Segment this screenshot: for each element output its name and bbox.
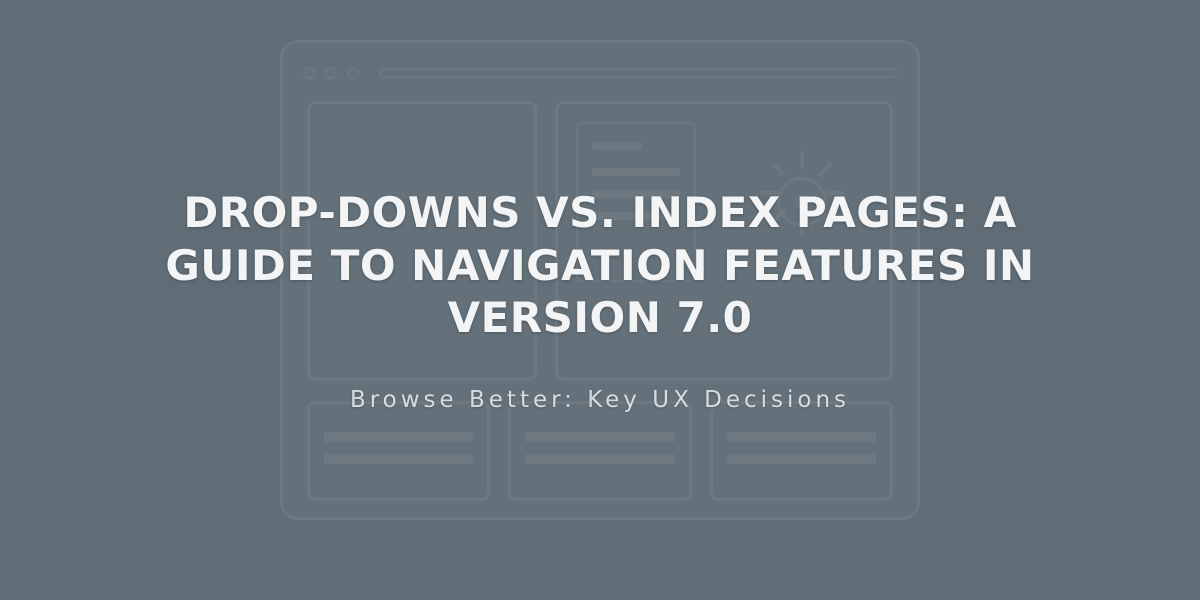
hero-subtitle: Browse Better: Key UX Decisions [350, 387, 850, 413]
hero-title: DROP-DOWNS VS. INDEX PAGES: A GUIDE TO N… [140, 187, 1060, 345]
hero-content: DROP-DOWNS VS. INDEX PAGES: A GUIDE TO N… [0, 0, 1200, 600]
